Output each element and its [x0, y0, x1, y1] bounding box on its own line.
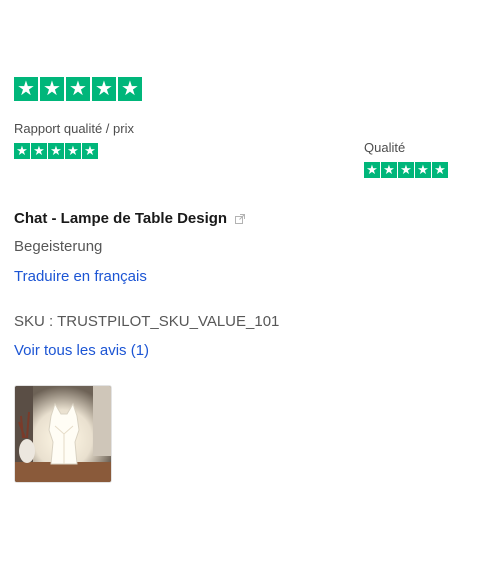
review-photo-thumbnail[interactable] [14, 385, 112, 483]
star-icon: ★ [82, 143, 98, 159]
star-icon: ★ [92, 77, 116, 101]
product-name: Chat - Lampe de Table Design [14, 210, 228, 227]
star-icon: ★ [415, 162, 431, 178]
sub-rating-stars: ★ ★ ★ ★ ★ [364, 162, 448, 178]
star-icon: ★ [31, 143, 47, 159]
star-icon: ★ [40, 77, 64, 101]
sub-rating-label: Rapport qualité / prix [14, 121, 134, 136]
star-icon: ★ [398, 162, 414, 178]
all-reviews-link[interactable]: Voir tous les avis (1) [14, 342, 149, 359]
review-text: Begeisterung [14, 238, 103, 255]
star-icon: ★ [118, 77, 142, 101]
star-icon: ★ [48, 143, 64, 159]
sku-text: SKU : TRUSTPILOT_SKU_VALUE_101 [14, 313, 280, 330]
sub-rating-label: Qualité [364, 140, 406, 155]
star-icon: ★ [14, 143, 30, 159]
translate-link[interactable]: Traduire en français [14, 268, 147, 285]
overall-rating-stars: ★ ★ ★ ★ ★ [14, 77, 142, 101]
product-link[interactable]: Chat - Lampe de Table Design [14, 210, 246, 227]
sub-rating-quality: Qualité ★ ★ ★ ★ ★ [364, 138, 448, 178]
star-icon: ★ [381, 162, 397, 178]
external-link-icon [235, 213, 246, 224]
star-icon: ★ [65, 143, 81, 159]
star-icon: ★ [14, 77, 38, 101]
star-icon: ★ [432, 162, 448, 178]
star-icon: ★ [364, 162, 380, 178]
star-icon: ★ [66, 77, 90, 101]
sub-rating-value: Rapport qualité / prix ★ ★ ★ ★ ★ [14, 119, 144, 159]
sub-rating-stars: ★ ★ ★ ★ ★ [14, 143, 144, 159]
